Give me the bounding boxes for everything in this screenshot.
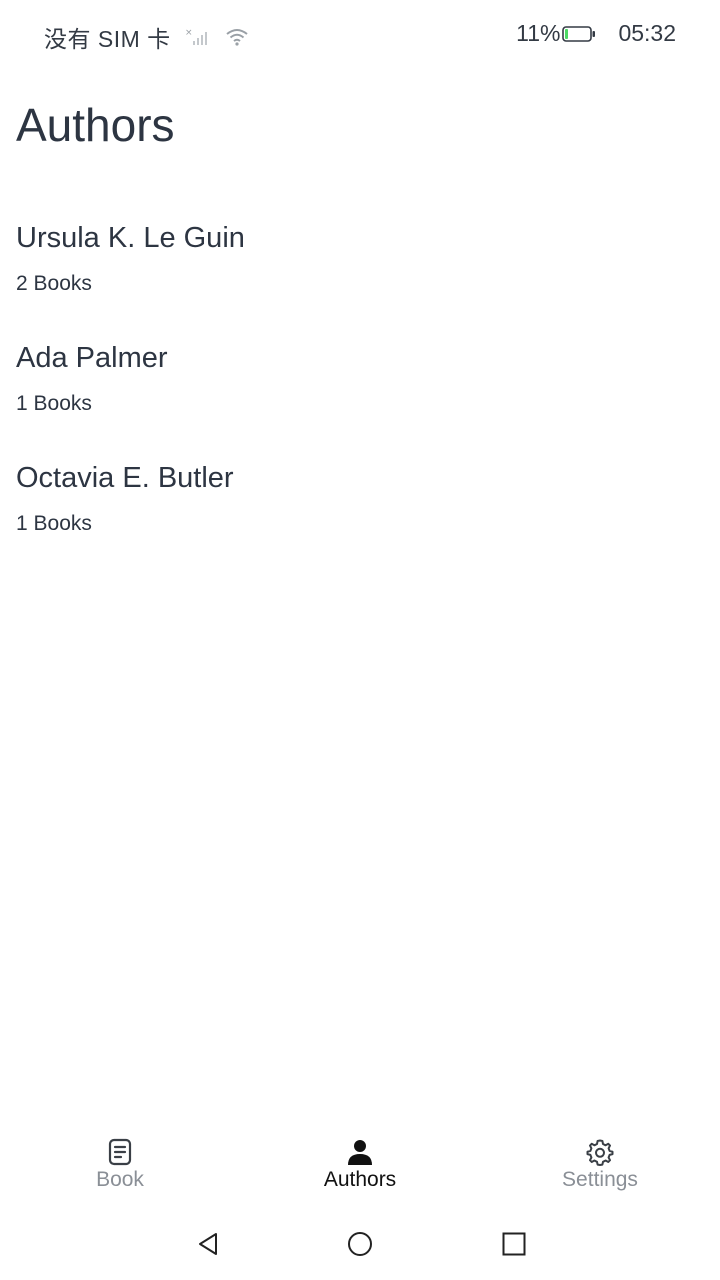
system-nav-bar (0, 1214, 720, 1274)
person-icon (348, 1140, 372, 1165)
svg-text:×: × (185, 28, 193, 38)
carrier-text: 没有 SIM 卡 (44, 26, 171, 52)
tab-settings[interactable]: Settings (480, 1130, 720, 1200)
gear-icon (586, 1139, 614, 1166)
author-list: Ursula K. Le Guin 2 Books Ada Palmer 1 B… (0, 218, 720, 578)
author-name: Ursula K. Le Guin (16, 222, 245, 254)
author-book-count: 1 Books (16, 512, 92, 535)
battery-icon (562, 25, 596, 42)
author-book-count: 1 Books (16, 392, 92, 415)
tab-label: Book (96, 1168, 144, 1191)
status-bar: 没有 SIM 卡 × 11% 05:32 (0, 0, 720, 70)
status-right: 11% 05:32 (516, 20, 676, 47)
battery-percent: 11% (516, 20, 561, 46)
status-left: 没有 SIM 卡 × (44, 20, 249, 54)
recent-apps-square-icon[interactable] (500, 1230, 528, 1258)
author-list-item[interactable]: Ursula K. Le Guin 2 Books (0, 218, 720, 338)
home-circle-icon[interactable] (346, 1230, 374, 1258)
tab-book[interactable]: Book (0, 1130, 240, 1200)
back-triangle-icon[interactable] (194, 1230, 222, 1258)
wifi-icon (226, 29, 248, 46)
tab-label: Settings (562, 1168, 638, 1191)
clock: 05:32 (618, 20, 676, 46)
author-list-item[interactable]: Ada Palmer 1 Books (0, 338, 720, 458)
document-icon (108, 1138, 132, 1166)
author-list-item[interactable]: Octavia E. Butler 1 Books (0, 458, 720, 578)
author-book-count: 2 Books (16, 272, 92, 295)
page-title: Authors (16, 99, 175, 151)
signal-icon: × (185, 28, 207, 45)
author-name: Octavia E. Butler (16, 462, 234, 494)
author-name: Ada Palmer (16, 342, 168, 374)
tab-authors[interactable]: Authors (240, 1130, 480, 1200)
tab-label: Authors (323, 1168, 397, 1191)
bottom-tab-bar: Book Authors Settings (0, 1130, 720, 1200)
